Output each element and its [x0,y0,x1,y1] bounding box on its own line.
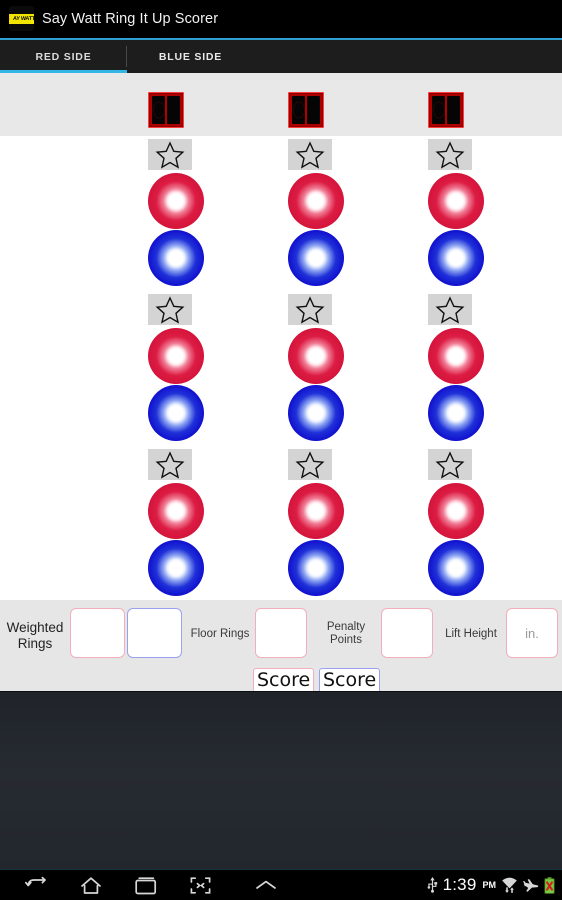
back-button[interactable] [8,870,63,900]
blue-ring-button-r3c1[interactable] [148,540,204,596]
chevron-up-icon [256,880,276,889]
tab-blue-side[interactable]: BLUE SIDE [127,40,254,73]
counter-col-2[interactable] [288,92,324,128]
star-button-r3c2[interactable] [288,449,332,480]
star-button-r3c3[interactable] [428,449,472,480]
star-button-r1c1[interactable] [148,139,192,170]
star-icon [295,295,325,324]
nav-buttons [0,870,304,900]
star-button-r2c3[interactable] [428,294,472,325]
blue-ring-button-r2c2[interactable] [288,385,344,441]
star-button-r1c2[interactable] [288,139,332,170]
counter-digit-ones [167,96,180,124]
counter-digit-ones [307,96,320,124]
counter-col-1[interactable] [148,92,184,128]
tab-bar: RED SIDE BLUE SIDE [0,40,562,73]
star-icon [295,450,325,479]
star-icon [435,450,465,479]
app-logo-badge: ⚡ AY WATT? [9,13,34,24]
floor-rings-label: Floor Rings [190,628,250,640]
red-ring-button-r2c1[interactable] [148,328,204,384]
empty-area [0,691,562,869]
expand-statusbar-button[interactable] [228,870,304,900]
action-bar: ⚡ AY WATT? Say Watt Ring It Up Scorer [0,0,562,38]
lift-height-label: Lift Height [445,628,497,640]
clock-ampm: PM [482,880,497,890]
usb-icon [427,877,437,893]
lift-height-input[interactable]: in. [506,608,558,658]
app-logo-icon: ⚡ AY WATT? [9,6,34,31]
status-icons[interactable]: 1:39 PM [427,875,562,895]
red-ring-button-r3c3[interactable] [428,483,484,539]
counter-strip [0,73,562,136]
tab-bar-filler [254,40,562,73]
blue-ring-button-r1c2[interactable] [288,230,344,286]
app-root: ⚡ AY WATT? Say Watt Ring It Up Scorer RE… [0,0,562,900]
home-icon [80,876,101,894]
red-ring-button-r1c1[interactable] [148,173,204,229]
app-title: Say Watt Ring It Up Scorer [42,10,219,27]
blue-ring-button-r2c3[interactable] [428,385,484,441]
star-button-r2c2[interactable] [288,294,332,325]
star-icon [155,140,185,169]
star-button-r2c1[interactable] [148,294,192,325]
red-ring-button-r1c2[interactable] [288,173,344,229]
penalty-points-input[interactable] [381,608,433,658]
recents-icon [134,876,156,894]
counter-digit-tens [432,96,445,124]
star-icon [155,450,185,479]
star-icon [435,295,465,324]
star-icon [435,140,465,169]
screenshot-icon [190,876,211,894]
star-button-r3c1[interactable] [148,449,192,480]
score-form-bar: Weighted Rings Floor Rings Penalty Point… [0,600,562,694]
blue-ring-button-r1c1[interactable] [148,230,204,286]
scoring-content [0,73,562,691]
back-icon [24,876,46,887]
wifi-icon [502,877,517,893]
tab-red-side[interactable]: RED SIDE [0,40,127,73]
penalty-points-label: Penalty Points [326,621,366,647]
blue-ring-button-r3c3[interactable] [428,540,484,596]
screenshot-button[interactable] [173,870,228,900]
tab-red-side-label: RED SIDE [35,50,92,63]
counter-col-3[interactable] [428,92,464,128]
weighted-rings-blue-input[interactable] [127,608,182,658]
clock-time: 1:39 [442,875,477,894]
system-navigation-bar: 1:39 PM [0,869,562,900]
red-ring-button-r3c2[interactable] [288,483,344,539]
red-ring-button-r3c1[interactable] [148,483,204,539]
counter-digit-ones [447,96,460,124]
weighted-rings-red-input[interactable] [70,608,125,658]
counter-digit-tens [292,96,305,124]
recents-button[interactable] [118,870,173,900]
red-ring-button-r1c3[interactable] [428,173,484,229]
tab-blue-side-label: BLUE SIDE [158,50,223,63]
blue-ring-button-r1c3[interactable] [428,230,484,286]
red-ring-button-r2c2[interactable] [288,328,344,384]
red-ring-button-r2c3[interactable] [428,328,484,384]
star-icon [155,295,185,324]
blue-ring-button-r3c2[interactable] [288,540,344,596]
weighted-rings-label: Weighted Rings [6,620,64,651]
app-logo-text: AY WATT? [12,15,34,22]
blue-ring-button-r2c1[interactable] [148,385,204,441]
counter-digit-tens [152,96,165,124]
airplane-mode-icon [523,878,539,892]
battery-error-icon [544,876,555,894]
floor-rings-input[interactable] [255,608,307,658]
star-icon [295,140,325,169]
home-button[interactable] [63,870,118,900]
star-button-r1c3[interactable] [428,139,472,170]
